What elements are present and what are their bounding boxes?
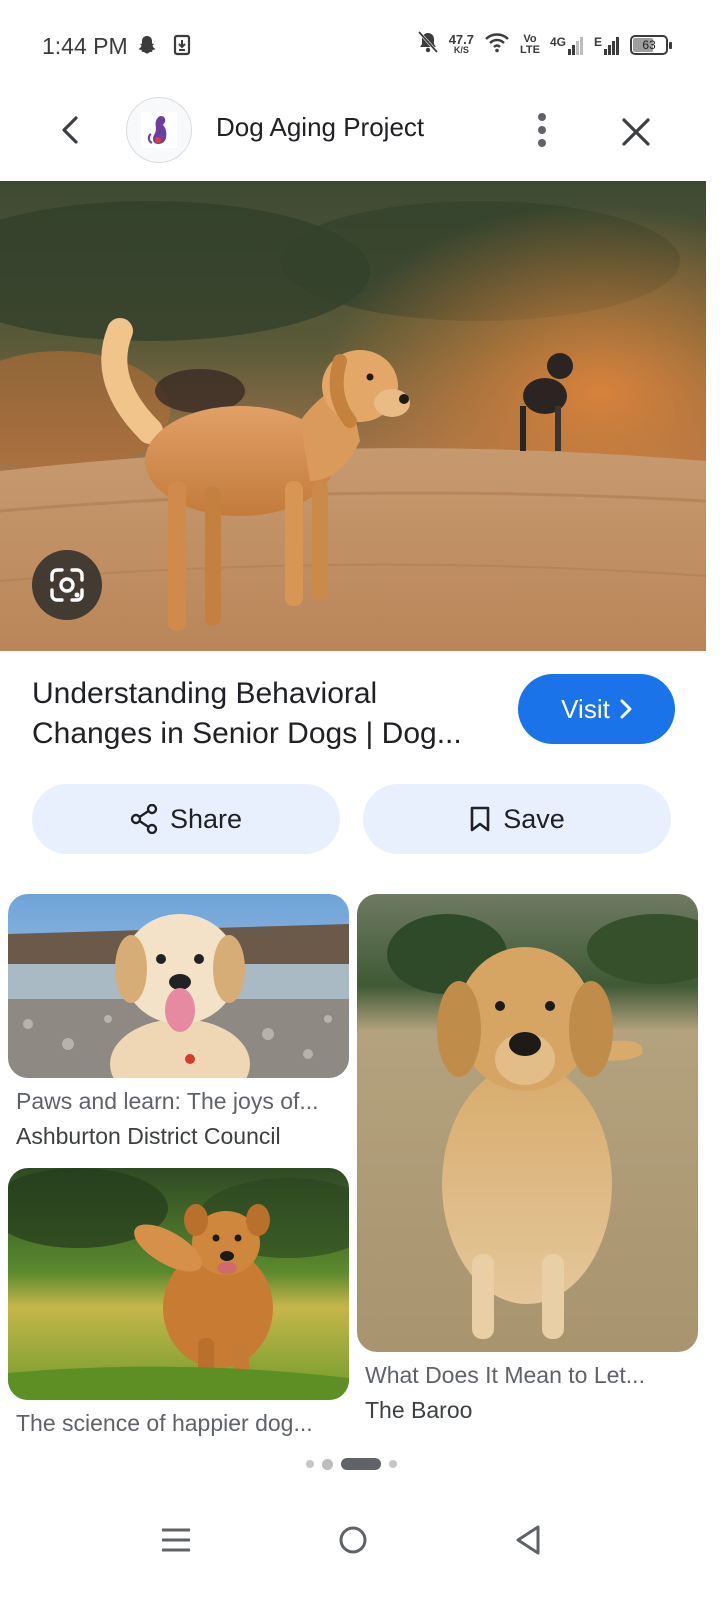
related-source-2: The Baroo	[365, 1397, 473, 1423]
related-image-1[interactable]	[8, 894, 349, 1078]
snapchat-icon	[136, 34, 158, 61]
related-caption-1[interactable]: Paws and learn: The joys of...	[16, 1088, 346, 1115]
page-title: Dog Aging Project	[216, 112, 425, 142]
back-arrow-icon	[62, 116, 78, 144]
result-title-line-2: Changes in Senior Dogs | Dog...	[32, 717, 462, 750]
dog-aging-project-logo	[141, 112, 177, 148]
volte-bottom: LTE	[520, 43, 540, 56]
status-right-icons: 47.7 K/S Vo LTE 4G E 63	[417, 30, 672, 59]
related-caption-2[interactable]: What Does It Mean to Let...	[365, 1362, 695, 1389]
related-source-1: Ashburton District Council	[16, 1123, 281, 1149]
system-back-button[interactable]	[498, 1510, 558, 1570]
result-title[interactable]: Understanding Behavioral Changes in Seni…	[32, 674, 502, 754]
visit-button[interactable]: Visit	[518, 674, 675, 744]
hero-image[interactable]	[0, 181, 706, 651]
recent-apps-button[interactable]	[146, 1510, 206, 1570]
network-e-label: E	[593, 34, 602, 49]
system-nav-bar	[0, 1490, 720, 1600]
site-logo[interactable]	[126, 97, 192, 163]
save-label: Save	[503, 803, 565, 834]
net-speed: 47.7 K/S	[448, 31, 474, 56]
download-icon	[172, 34, 192, 61]
volte-indicator: Vo LTE	[520, 32, 540, 56]
battery-level: 63	[642, 37, 656, 52]
page-indicator	[306, 1458, 397, 1470]
network-4g-label: 4G	[549, 34, 566, 49]
wifi-icon	[484, 31, 510, 58]
status-time: 1:44 PM	[42, 33, 128, 59]
golden-retriever-on-path-image	[0, 181, 706, 651]
bell-off-icon	[417, 30, 439, 59]
share-label: Share	[169, 803, 243, 834]
google-lens-button[interactable]	[32, 550, 102, 620]
net-speed-value: 47.7	[448, 31, 474, 47]
viewer-header: Dog Aging Project	[0, 92, 720, 180]
smiling-golden-retriever-river-image	[8, 894, 349, 1078]
visit-label: Visit	[561, 693, 610, 724]
battery-icon: 63	[630, 34, 672, 55]
result-title-line-1: Understanding Behavioral	[32, 677, 378, 710]
page-dot-4	[389, 1460, 397, 1468]
status-left-icons	[136, 34, 192, 61]
running-golden-retriever-grass-image	[8, 1168, 349, 1400]
chevron-right-icon	[620, 699, 632, 719]
related-caption-3[interactable]: The science of happier dog...	[16, 1410, 346, 1437]
home-circle-icon	[339, 1526, 367, 1554]
back-button[interactable]	[50, 110, 90, 150]
close-icon	[622, 118, 650, 146]
volte-top: Vo	[523, 32, 537, 45]
more-vert-icon	[538, 113, 546, 147]
signal-e-icon: E	[594, 35, 620, 55]
save-button[interactable]: Save	[363, 784, 671, 854]
golden-retriever-field-image	[357, 894, 698, 1352]
page-dot-1	[306, 1460, 314, 1468]
related-image-3[interactable]	[8, 1168, 349, 1400]
share-button[interactable]: Share	[32, 784, 340, 854]
bookmark-icon	[470, 806, 490, 832]
battery-tip	[669, 41, 672, 49]
close-button[interactable]	[614, 110, 658, 154]
menu-icon	[162, 1528, 190, 1552]
more-options-button[interactable]	[522, 108, 562, 152]
home-button[interactable]	[323, 1510, 383, 1570]
triangle-back-icon	[516, 1525, 540, 1555]
signal-4g-icon: 4G	[550, 35, 584, 55]
page-dot-3-active	[341, 1458, 381, 1470]
google-lens-icon	[50, 568, 84, 602]
page-dot-2	[322, 1458, 333, 1470]
share-icon	[130, 804, 158, 834]
related-image-2[interactable]	[357, 894, 698, 1352]
status-bar: 1:44 PM 47.7 K/S Vo LTE 4G E 63	[0, 0, 720, 92]
